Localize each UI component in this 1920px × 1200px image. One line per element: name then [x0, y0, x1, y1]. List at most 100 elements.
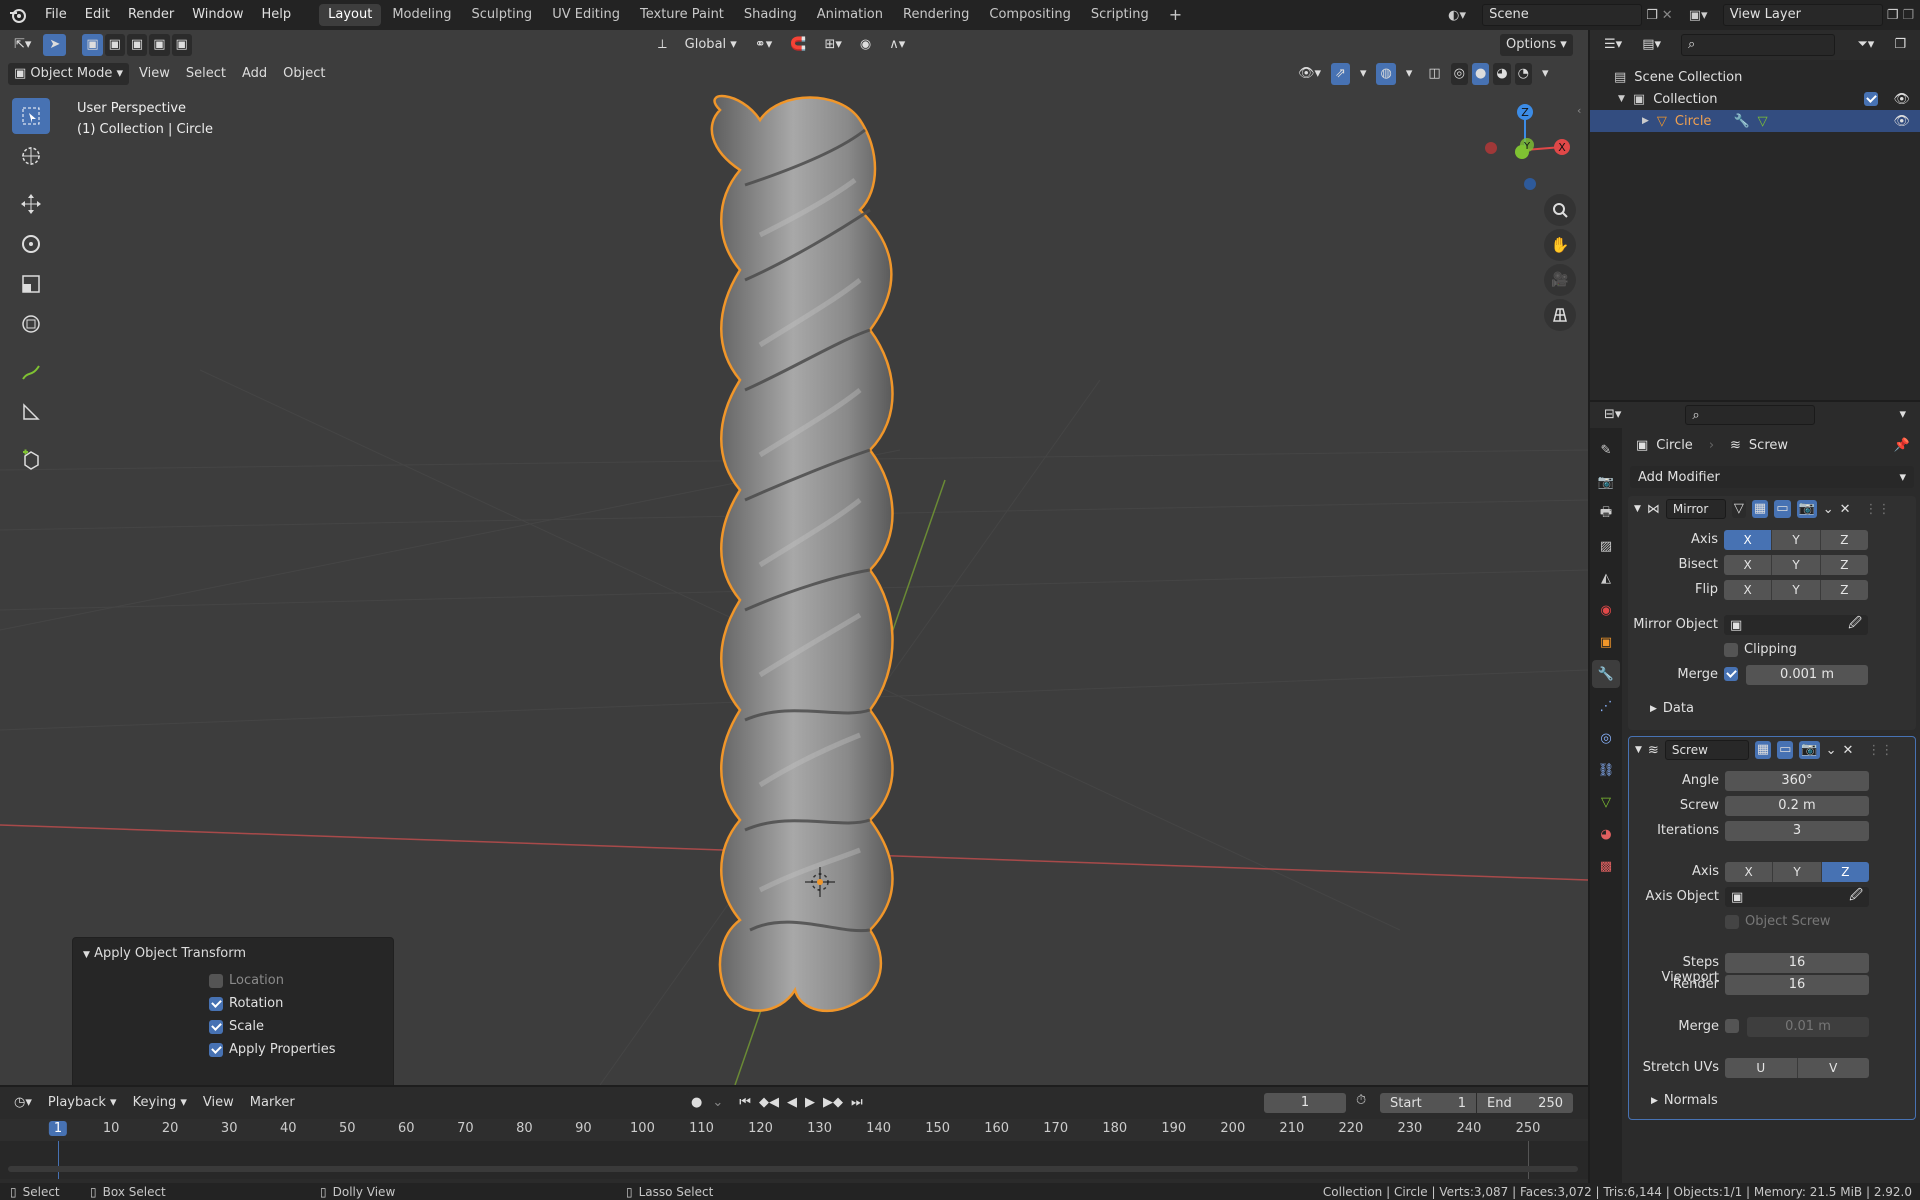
scale-check-box[interactable]: [209, 1019, 223, 1034]
record-options-icon[interactable]: ⌄: [709, 1092, 726, 1114]
mirror-merge-distance[interactable]: 0.001 m: [1746, 665, 1868, 685]
rotate-tool-icon[interactable]: [12, 226, 50, 262]
render-steps-field[interactable]: 16: [1725, 975, 1869, 995]
view-layer-icon[interactable]: ▣▾: [1689, 8, 1719, 23]
mirror-merge-checkbox[interactable]: [1724, 667, 1744, 681]
tab-compositing[interactable]: Compositing: [980, 4, 1080, 26]
proportional-edit-icon[interactable]: ◉: [854, 34, 877, 56]
outliner-search-input[interactable]: ⌕: [1681, 34, 1836, 56]
solid-shading-icon[interactable]: ●: [1471, 63, 1490, 85]
transform-tool-icon[interactable]: [12, 306, 50, 342]
tool-tab-icon[interactable]: ✎: [1592, 436, 1620, 464]
screw-delete-icon[interactable]: ✕: [1843, 743, 1854, 758]
visibility-icon[interactable]: 👁▾: [1292, 63, 1327, 85]
3d-viewport[interactable]: ⇱▾ ➤ ▣ ▣ ▣ ▣ ▣ ⟂ Global ▾ ⚭▾ 🧲 ⊞▾ ◉ ∧▾ O…: [0, 30, 1588, 1085]
tab-uv-editing[interactable]: UV Editing: [543, 4, 629, 26]
expand-circle-icon[interactable]: ▶: [1642, 116, 1649, 126]
tab-layout[interactable]: Layout: [319, 4, 382, 26]
menu-object[interactable]: Object: [277, 63, 331, 85]
properties-options-icon[interactable]: ▾: [1893, 404, 1912, 426]
tab-shading[interactable]: Shading: [735, 4, 806, 26]
snap-target-icon[interactable]: ⊞▾: [818, 34, 847, 56]
expand-collection-icon[interactable]: ▼: [1618, 94, 1625, 104]
tab-modeling[interactable]: Modeling: [383, 4, 460, 26]
add-cube-tool-icon[interactable]: [12, 442, 50, 478]
menu-select[interactable]: Select: [180, 63, 232, 85]
mirror-menu-icon[interactable]: ⌄: [1823, 502, 1834, 517]
apply-properties-check-box[interactable]: [209, 1042, 223, 1057]
select-intersect-icon[interactable]: ▣: [171, 34, 192, 56]
mirror-merge-check-box[interactable]: [1724, 667, 1738, 681]
render-tab-icon[interactable]: 📷: [1592, 468, 1620, 496]
clipping-checkbox[interactable]: Clipping: [1724, 642, 1797, 657]
menu-edit[interactable]: Edit: [76, 0, 119, 30]
screw-render-icon[interactable]: 📷: [1799, 741, 1820, 759]
outliner-row-collection[interactable]: ▼ ▣ Collection 👁: [1590, 88, 1920, 110]
material-shading-icon[interactable]: ◕: [1493, 63, 1511, 85]
screw-offset-field[interactable]: 0.2 m: [1725, 796, 1869, 816]
mirror-delete-icon[interactable]: ✕: [1840, 502, 1851, 517]
screw-merge-checkbox[interactable]: [1725, 1019, 1745, 1033]
material-tab-icon[interactable]: ◕: [1592, 820, 1620, 848]
rotation-check-box[interactable]: [209, 996, 223, 1011]
angle-field[interactable]: 360°: [1725, 771, 1869, 791]
add-modifier-dropdown[interactable]: Add Modifier ▾: [1630, 466, 1914, 488]
object-screw-checkbox[interactable]: Object Screw: [1725, 914, 1831, 929]
flip-y[interactable]: Y: [1772, 580, 1821, 600]
outliner-editor-icon[interactable]: ☰▾: [1598, 34, 1628, 56]
iterations-field[interactable]: 3: [1725, 821, 1869, 841]
axis-object-field[interactable]: ▣ 🖉: [1725, 887, 1869, 907]
pivot-icon[interactable]: ⚭▾: [749, 34, 778, 56]
eyedropper-icon[interactable]: 🖉: [1848, 614, 1862, 636]
new-collection-icon[interactable]: ❐: [1888, 34, 1912, 56]
mirror-cage-icon[interactable]: ▦: [1751, 500, 1769, 518]
location-check-box[interactable]: [209, 973, 223, 988]
screw-viewport-icon[interactable]: ▭: [1777, 741, 1794, 759]
screw-axis-x[interactable]: X: [1725, 862, 1774, 882]
mesh-data-icon[interactable]: ▽: [1758, 114, 1768, 129]
steps-viewport-field[interactable]: 16: [1725, 953, 1869, 973]
modifier-tab-icon[interactable]: 🔧: [1592, 660, 1620, 688]
scene-tab-icon[interactable]: ◭: [1592, 564, 1620, 592]
properties-search-input[interactable]: ⌕: [1685, 405, 1816, 425]
view-layer-field[interactable]: View Layer: [1722, 4, 1883, 26]
overlay-toggle-icon[interactable]: ◍: [1376, 63, 1396, 85]
constraints-tab-icon[interactable]: ⛓: [1592, 756, 1620, 784]
location-checkbox[interactable]: Location: [209, 973, 393, 988]
mirror-axis-y[interactable]: Y: [1772, 530, 1821, 550]
play-reverse-icon[interactable]: ◀: [784, 1092, 800, 1114]
menu-file[interactable]: File: [36, 0, 76, 30]
rendered-shading-icon[interactable]: ◔: [1514, 63, 1533, 85]
outliner-row-circle[interactable]: ▶ ▽ Circle 🔧 ▽ 👁: [1590, 110, 1920, 132]
modifier-wrench-icon[interactable]: 🔧: [1733, 114, 1749, 129]
mirror-axis-x[interactable]: X: [1724, 530, 1773, 550]
screw-menu-icon[interactable]: ⌄: [1826, 743, 1837, 758]
flip-x[interactable]: X: [1724, 580, 1773, 600]
tab-texture-paint[interactable]: Texture Paint: [631, 4, 733, 26]
collection-exclude-checkbox[interactable]: [1864, 92, 1878, 106]
mirror-axis-z[interactable]: Z: [1820, 530, 1868, 550]
playback-menu[interactable]: Playback ▾: [42, 1092, 123, 1114]
editor-type-icon[interactable]: ⇱▾: [8, 34, 37, 56]
stretch-u[interactable]: U: [1725, 1058, 1798, 1078]
menu-add[interactable]: Add: [236, 63, 273, 85]
flip-z[interactable]: Z: [1820, 580, 1868, 600]
cursor-tool-icon[interactable]: [12, 138, 50, 174]
timeline-track[interactable]: 1 10 20 30 40 50 60 70 80 90 100 110 120 130 140 150 160…: [0, 1119, 1588, 1179]
overlay-dropdown-icon[interactable]: ▾: [1400, 63, 1419, 85]
move-tool-icon[interactable]: [12, 186, 50, 222]
record-icon[interactable]: ●: [686, 1092, 708, 1114]
scale-checkbox[interactable]: Scale: [209, 1019, 393, 1034]
collection-visibility-icon[interactable]: 👁: [1893, 92, 1910, 107]
mirror-drag-handle-icon[interactable]: ⋮⋮: [1865, 502, 1891, 517]
zoom-icon[interactable]: [1544, 194, 1576, 226]
timeline-scrollbar[interactable]: [8, 1166, 1578, 1172]
apply-properties-checkbox[interactable]: Apply Properties: [209, 1042, 393, 1057]
new-scene-icon[interactable]: ❐: [1646, 8, 1658, 23]
frame-ruler[interactable]: 1 10 20 30 40 50 60 70 80 90 100 110 120 130 140 150 160…: [0, 1119, 1588, 1141]
remove-scene-icon[interactable]: ✕: [1662, 8, 1673, 23]
properties-editor-icon[interactable]: ⊟▾: [1598, 404, 1627, 426]
falloff-icon[interactable]: ∧▾: [883, 34, 911, 56]
select-tool-icon[interactable]: ➤: [43, 34, 67, 56]
add-workspace-icon[interactable]: +: [1160, 4, 1191, 26]
